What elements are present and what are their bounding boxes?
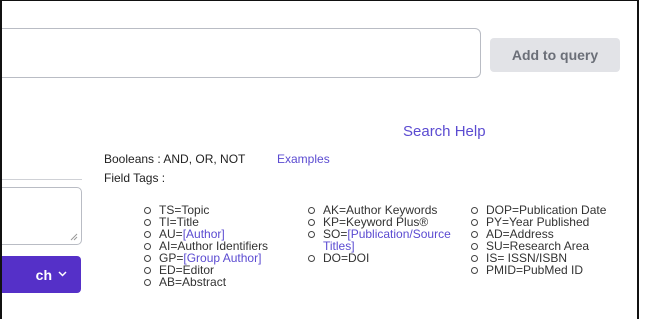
field-tags-column-2: AK=Author Keywords KP=Keyword Plus® SO=[Pu… bbox=[307, 204, 467, 264]
field-tag-text: DO=DOI bbox=[323, 251, 370, 265]
field-tag-item: SO=[Publication/Source Titles] bbox=[307, 228, 467, 252]
field-tag-item: PMID=PubMed ID bbox=[470, 264, 640, 276]
search-button[interactable]: ch bbox=[0, 256, 81, 293]
search-panel: Add to query Search Help Booleans : AND,… bbox=[0, 0, 639, 319]
field-tags-column-3: DOP=Publication Date PY=Year Published AD=… bbox=[470, 204, 640, 276]
search-help-link[interactable]: Search Help bbox=[403, 123, 486, 140]
field-tag-text: PMID=PubMed ID bbox=[486, 263, 584, 277]
add-to-query-button[interactable]: Add to query bbox=[490, 38, 620, 72]
booleans-text: Booleans : AND, OR, NOT bbox=[104, 152, 246, 166]
examples-link[interactable]: Examples bbox=[277, 152, 330, 166]
chevron-down-icon bbox=[58, 269, 67, 280]
resize-handle-icon[interactable] bbox=[70, 233, 78, 241]
query-input[interactable] bbox=[0, 28, 481, 78]
field-tag-item: DO=DOI bbox=[307, 252, 467, 264]
field-tags-column-1: TS=Topic TI=Title AU=[Author] AI=Author Ide… bbox=[143, 204, 293, 288]
search-button-label: ch bbox=[35, 266, 52, 283]
query-textarea[interactable] bbox=[0, 187, 82, 245]
divider bbox=[0, 179, 82, 180]
field-tag-text: AB=Abstract bbox=[159, 275, 227, 289]
field-tag-item: AB=Abstract bbox=[143, 276, 293, 288]
frame-border bbox=[0, 0, 2, 319]
field-tags-heading: Field Tags : bbox=[104, 171, 166, 185]
